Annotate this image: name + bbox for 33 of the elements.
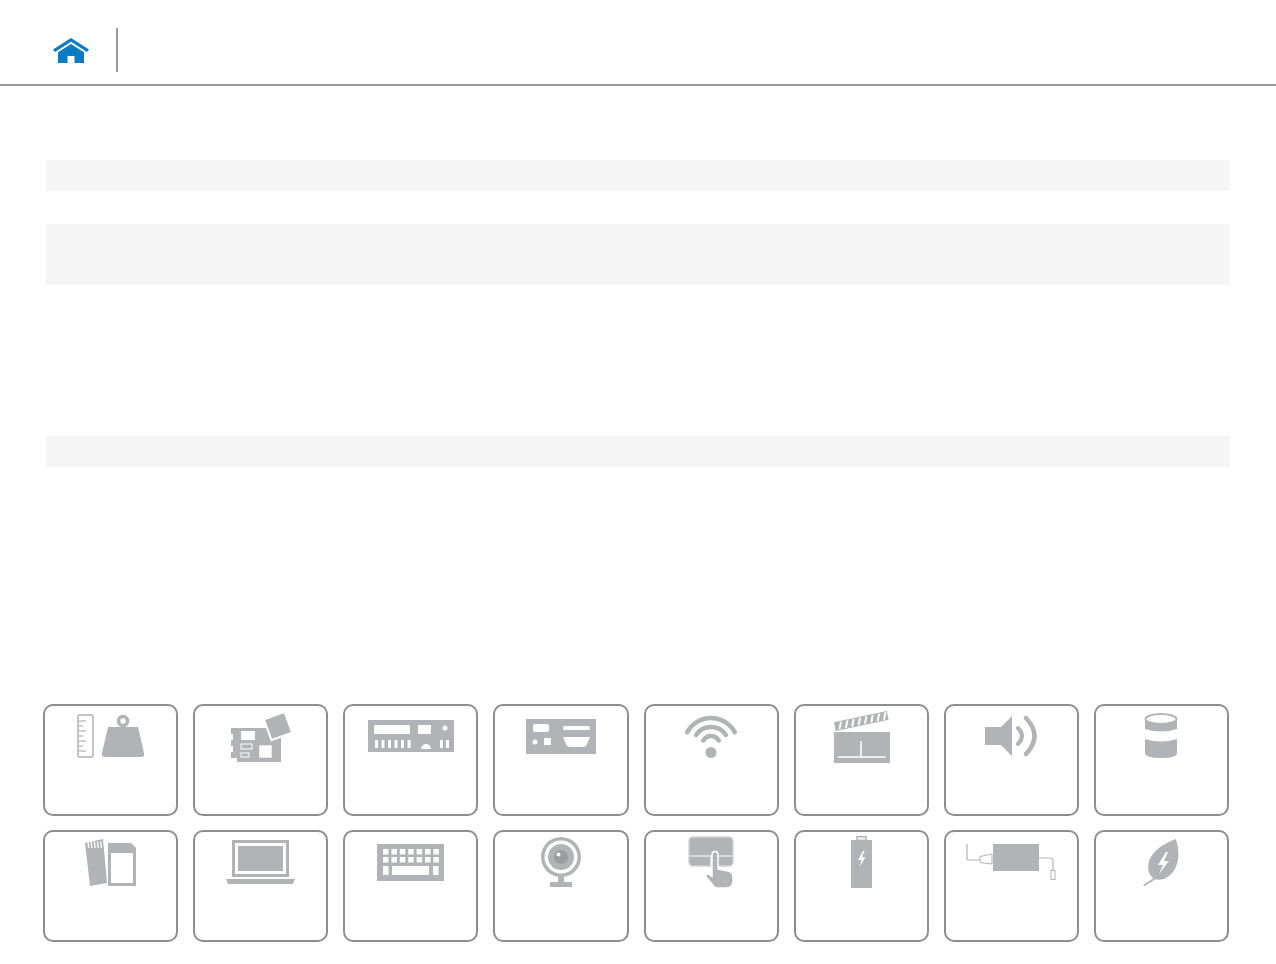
feature-tile[interactable] <box>193 830 329 942</box>
feature-tile[interactable] <box>943 704 1079 816</box>
cylinder-icon <box>1144 713 1179 759</box>
circuit-board-icon <box>229 710 293 762</box>
feature-tile[interactable] <box>943 830 1079 942</box>
ruler-weight-icon <box>76 714 145 758</box>
feature-tile[interactable] <box>1093 704 1229 816</box>
feature-tile[interactable] <box>343 830 479 942</box>
speaker-icon <box>985 714 1038 758</box>
feature-tile[interactable] <box>43 704 179 816</box>
feature-tile[interactable] <box>643 704 779 816</box>
feature-tile[interactable] <box>193 704 329 816</box>
feature-tile[interactable] <box>793 704 929 816</box>
laptop-icon <box>226 839 296 885</box>
port-panel-icon <box>525 718 596 754</box>
keyboard-icon <box>377 843 445 881</box>
memory-card-icon <box>83 837 139 887</box>
feature-tile[interactable] <box>793 830 929 942</box>
feature-tile[interactable] <box>343 704 479 816</box>
battery-icon <box>850 836 872 888</box>
feature-tile[interactable] <box>493 704 629 816</box>
webcam-icon <box>538 837 583 887</box>
touchpad-icon <box>688 835 735 889</box>
leaf-icon <box>1143 838 1180 886</box>
feature-tile[interactable] <box>643 830 779 942</box>
port-panel-icon <box>367 720 454 752</box>
feature-tile[interactable] <box>1093 830 1229 942</box>
clapperboard-icon <box>832 709 891 763</box>
home-icon[interactable] <box>53 37 89 63</box>
feature-tile[interactable] <box>493 830 629 942</box>
wifi-icon <box>684 714 739 758</box>
power-adapter-icon <box>965 844 1057 880</box>
feature-tile[interactable] <box>43 830 179 942</box>
